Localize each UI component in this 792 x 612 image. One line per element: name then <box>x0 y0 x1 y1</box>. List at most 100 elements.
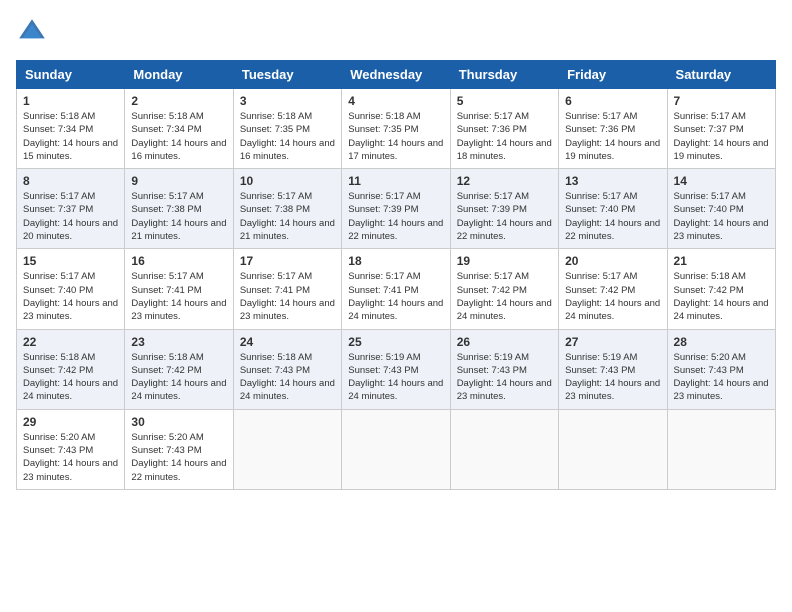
day-info: Sunrise: 5:17 AMSunset: 7:38 PMDaylight:… <box>240 190 335 243</box>
calendar-day-header: Friday <box>559 61 667 89</box>
calendar-day-cell: 1 Sunrise: 5:18 AMSunset: 7:34 PMDayligh… <box>17 89 125 169</box>
day-number: 23 <box>131 335 226 349</box>
calendar-day-cell: 25 Sunrise: 5:19 AMSunset: 7:43 PMDaylig… <box>342 329 450 409</box>
day-number: 27 <box>565 335 660 349</box>
day-number: 11 <box>348 174 443 188</box>
calendar-day-cell: 10 Sunrise: 5:17 AMSunset: 7:38 PMDaylig… <box>233 169 341 249</box>
calendar-day-header: Monday <box>125 61 233 89</box>
calendar-day-cell: 14 Sunrise: 5:17 AMSunset: 7:40 PMDaylig… <box>667 169 775 249</box>
calendar-day-cell: 21 Sunrise: 5:18 AMSunset: 7:42 PMDaylig… <box>667 249 775 329</box>
calendar-day-cell: 7 Sunrise: 5:17 AMSunset: 7:37 PMDayligh… <box>667 89 775 169</box>
calendar-day-cell: 11 Sunrise: 5:17 AMSunset: 7:39 PMDaylig… <box>342 169 450 249</box>
calendar-week-row: 1 Sunrise: 5:18 AMSunset: 7:34 PMDayligh… <box>17 89 776 169</box>
calendar-day-cell: 6 Sunrise: 5:17 AMSunset: 7:36 PMDayligh… <box>559 89 667 169</box>
calendar-day-cell <box>233 409 341 489</box>
page-header <box>16 16 776 48</box>
day-info: Sunrise: 5:17 AMSunset: 7:41 PMDaylight:… <box>348 270 443 323</box>
calendar-day-cell: 24 Sunrise: 5:18 AMSunset: 7:43 PMDaylig… <box>233 329 341 409</box>
calendar-week-row: 29 Sunrise: 5:20 AMSunset: 7:43 PMDaylig… <box>17 409 776 489</box>
calendar-day-cell: 30 Sunrise: 5:20 AMSunset: 7:43 PMDaylig… <box>125 409 233 489</box>
calendar-day-cell: 29 Sunrise: 5:20 AMSunset: 7:43 PMDaylig… <box>17 409 125 489</box>
day-info: Sunrise: 5:17 AMSunset: 7:42 PMDaylight:… <box>565 270 660 323</box>
day-number: 24 <box>240 335 335 349</box>
day-info: Sunrise: 5:20 AMSunset: 7:43 PMDaylight:… <box>131 431 226 484</box>
day-number: 16 <box>131 254 226 268</box>
day-number: 10 <box>240 174 335 188</box>
day-number: 17 <box>240 254 335 268</box>
calendar-day-cell: 19 Sunrise: 5:17 AMSunset: 7:42 PMDaylig… <box>450 249 558 329</box>
day-number: 18 <box>348 254 443 268</box>
day-number: 7 <box>674 94 769 108</box>
calendar-day-cell: 8 Sunrise: 5:17 AMSunset: 7:37 PMDayligh… <box>17 169 125 249</box>
day-number: 20 <box>565 254 660 268</box>
day-number: 26 <box>457 335 552 349</box>
day-number: 5 <box>457 94 552 108</box>
day-info: Sunrise: 5:20 AMSunset: 7:43 PMDaylight:… <box>674 351 769 404</box>
calendar-day-cell: 16 Sunrise: 5:17 AMSunset: 7:41 PMDaylig… <box>125 249 233 329</box>
calendar-day-cell <box>342 409 450 489</box>
calendar-day-header: Sunday <box>17 61 125 89</box>
day-info: Sunrise: 5:20 AMSunset: 7:43 PMDaylight:… <box>23 431 118 484</box>
calendar-day-cell: 17 Sunrise: 5:17 AMSunset: 7:41 PMDaylig… <box>233 249 341 329</box>
day-info: Sunrise: 5:19 AMSunset: 7:43 PMDaylight:… <box>565 351 660 404</box>
day-number: 4 <box>348 94 443 108</box>
calendar-day-cell: 22 Sunrise: 5:18 AMSunset: 7:42 PMDaylig… <box>17 329 125 409</box>
day-number: 9 <box>131 174 226 188</box>
day-info: Sunrise: 5:17 AMSunset: 7:41 PMDaylight:… <box>131 270 226 323</box>
calendar-day-cell: 20 Sunrise: 5:17 AMSunset: 7:42 PMDaylig… <box>559 249 667 329</box>
calendar-day-header: Tuesday <box>233 61 341 89</box>
calendar-day-cell: 26 Sunrise: 5:19 AMSunset: 7:43 PMDaylig… <box>450 329 558 409</box>
day-info: Sunrise: 5:19 AMSunset: 7:43 PMDaylight:… <box>348 351 443 404</box>
day-info: Sunrise: 5:18 AMSunset: 7:35 PMDaylight:… <box>348 110 443 163</box>
day-number: 22 <box>23 335 118 349</box>
logo <box>16 16 52 48</box>
calendar-day-header: Thursday <box>450 61 558 89</box>
calendar-day-cell <box>450 409 558 489</box>
day-info: Sunrise: 5:18 AMSunset: 7:43 PMDaylight:… <box>240 351 335 404</box>
day-number: 6 <box>565 94 660 108</box>
logo-icon <box>16 16 48 48</box>
calendar-table: SundayMondayTuesdayWednesdayThursdayFrid… <box>16 60 776 490</box>
calendar-week-row: 8 Sunrise: 5:17 AMSunset: 7:37 PMDayligh… <box>17 169 776 249</box>
day-info: Sunrise: 5:17 AMSunset: 7:42 PMDaylight:… <box>457 270 552 323</box>
calendar-day-cell: 23 Sunrise: 5:18 AMSunset: 7:42 PMDaylig… <box>125 329 233 409</box>
day-info: Sunrise: 5:19 AMSunset: 7:43 PMDaylight:… <box>457 351 552 404</box>
day-info: Sunrise: 5:17 AMSunset: 7:38 PMDaylight:… <box>131 190 226 243</box>
day-number: 8 <box>23 174 118 188</box>
calendar-day-cell: 28 Sunrise: 5:20 AMSunset: 7:43 PMDaylig… <box>667 329 775 409</box>
day-number: 28 <box>674 335 769 349</box>
calendar-week-row: 15 Sunrise: 5:17 AMSunset: 7:40 PMDaylig… <box>17 249 776 329</box>
calendar-day-cell: 4 Sunrise: 5:18 AMSunset: 7:35 PMDayligh… <box>342 89 450 169</box>
day-number: 21 <box>674 254 769 268</box>
day-info: Sunrise: 5:17 AMSunset: 7:37 PMDaylight:… <box>674 110 769 163</box>
day-number: 14 <box>674 174 769 188</box>
calendar-week-row: 22 Sunrise: 5:18 AMSunset: 7:42 PMDaylig… <box>17 329 776 409</box>
calendar-day-cell: 18 Sunrise: 5:17 AMSunset: 7:41 PMDaylig… <box>342 249 450 329</box>
day-info: Sunrise: 5:17 AMSunset: 7:40 PMDaylight:… <box>674 190 769 243</box>
day-info: Sunrise: 5:17 AMSunset: 7:40 PMDaylight:… <box>23 270 118 323</box>
day-info: Sunrise: 5:18 AMSunset: 7:42 PMDaylight:… <box>674 270 769 323</box>
day-number: 29 <box>23 415 118 429</box>
day-info: Sunrise: 5:18 AMSunset: 7:42 PMDaylight:… <box>131 351 226 404</box>
day-number: 30 <box>131 415 226 429</box>
day-info: Sunrise: 5:17 AMSunset: 7:37 PMDaylight:… <box>23 190 118 243</box>
day-number: 25 <box>348 335 443 349</box>
calendar-day-cell: 12 Sunrise: 5:17 AMSunset: 7:39 PMDaylig… <box>450 169 558 249</box>
day-number: 12 <box>457 174 552 188</box>
day-info: Sunrise: 5:17 AMSunset: 7:39 PMDaylight:… <box>457 190 552 243</box>
day-number: 1 <box>23 94 118 108</box>
calendar-header-row: SundayMondayTuesdayWednesdayThursdayFrid… <box>17 61 776 89</box>
day-info: Sunrise: 5:17 AMSunset: 7:36 PMDaylight:… <box>565 110 660 163</box>
calendar-day-cell: 13 Sunrise: 5:17 AMSunset: 7:40 PMDaylig… <box>559 169 667 249</box>
day-number: 13 <box>565 174 660 188</box>
calendar-day-cell: 27 Sunrise: 5:19 AMSunset: 7:43 PMDaylig… <box>559 329 667 409</box>
calendar-day-cell <box>559 409 667 489</box>
calendar-day-header: Wednesday <box>342 61 450 89</box>
day-info: Sunrise: 5:18 AMSunset: 7:34 PMDaylight:… <box>23 110 118 163</box>
day-info: Sunrise: 5:17 AMSunset: 7:39 PMDaylight:… <box>348 190 443 243</box>
calendar-day-cell: 5 Sunrise: 5:17 AMSunset: 7:36 PMDayligh… <box>450 89 558 169</box>
day-number: 19 <box>457 254 552 268</box>
day-info: Sunrise: 5:18 AMSunset: 7:42 PMDaylight:… <box>23 351 118 404</box>
day-info: Sunrise: 5:18 AMSunset: 7:34 PMDaylight:… <box>131 110 226 163</box>
calendar-day-cell: 15 Sunrise: 5:17 AMSunset: 7:40 PMDaylig… <box>17 249 125 329</box>
